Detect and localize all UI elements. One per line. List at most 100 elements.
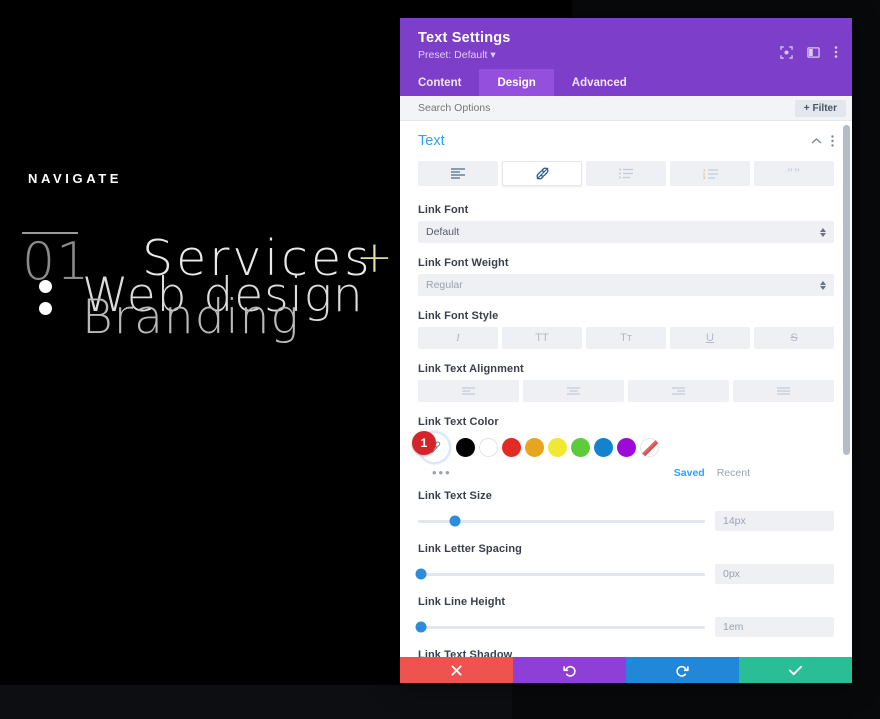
svg-text:3: 3 (703, 175, 706, 179)
slider-thumb (415, 621, 427, 633)
redo-icon (676, 665, 689, 677)
undo-button[interactable] (513, 657, 626, 683)
color-swatch-row: 1 (412, 431, 834, 461)
swatch-red[interactable] (502, 437, 521, 457)
link-text-shadow-field: Link Text Shadow aA aA (418, 649, 834, 657)
link-font-style-field: Link Font Style I TT Tт U S (418, 310, 834, 349)
paragraph-text-tab[interactable] (418, 161, 498, 186)
modal-tabs: Content Design Advanced (400, 69, 852, 96)
saved-colors-tab[interactable]: Saved (674, 467, 705, 479)
recent-colors-tab[interactable]: Recent (717, 467, 750, 479)
tab-design[interactable]: Design (479, 69, 554, 96)
swatch-orange[interactable] (525, 437, 544, 457)
link-text-color-label: Link Text Color (418, 416, 499, 428)
align-justify-button[interactable] (733, 380, 834, 402)
slider-thumb (415, 568, 427, 580)
bullet-list-icon (619, 168, 633, 179)
link-letter-spacing-label: Link Letter Spacing (418, 543, 522, 555)
link-font-style-label: Link Font Style (418, 310, 499, 322)
hero-number: 01 (22, 232, 91, 292)
spinner-icon (820, 227, 826, 237)
chevron-down-icon: ▾ (490, 49, 496, 61)
filter-button[interactable]: + Filter (794, 99, 846, 117)
modal-header: Text Settings Preset: Default ▾ (400, 18, 852, 69)
settings-scroll-area: Text 1 2 3 ” ” Link Font Default Link Fo… (400, 121, 852, 657)
swatch-purple[interactable] (617, 437, 636, 457)
link-text-size-slider[interactable] (418, 515, 705, 527)
link-line-height-slider[interactable] (415, 621, 705, 633)
unordered-list-tab[interactable] (586, 161, 666, 186)
link-font-weight-select[interactable]: Regular (418, 274, 834, 296)
align-left-button[interactable] (418, 380, 519, 402)
more-colors-button[interactable]: ••• (418, 465, 452, 480)
ordered-list-tab[interactable]: 1 2 3 (670, 161, 750, 186)
modal-title: Text Settings (418, 30, 511, 46)
tab-advanced[interactable]: Advanced (554, 69, 645, 96)
preview-bottom-strip (0, 685, 512, 719)
check-icon (789, 665, 802, 675)
save-button[interactable] (739, 657, 852, 683)
link-font-label: Link Font (418, 204, 469, 216)
link-letter-spacing-field: Link Letter Spacing 0px (415, 543, 834, 584)
color-meta-row: ••• Saved Recent (418, 465, 834, 480)
preset-text: Preset: Default (418, 49, 488, 61)
tab-content[interactable]: Content (400, 69, 479, 96)
link-letter-spacing-slider[interactable] (415, 568, 705, 580)
link-font-weight-value: Regular (426, 279, 463, 291)
modal-footer (400, 657, 852, 683)
swatch-green[interactable] (571, 437, 590, 457)
more-vertical-icon[interactable] (834, 45, 838, 59)
link-text-shadow-label: Link Text Shadow (418, 649, 513, 657)
redo-button[interactable] (626, 657, 739, 683)
hero-bullet-1 (39, 280, 52, 293)
link-font-select[interactable]: Default (418, 221, 834, 243)
uppercase-button[interactable]: TT (502, 327, 582, 349)
link-font-weight-label: Link Font Weight (418, 257, 509, 269)
search-input[interactable] (418, 102, 795, 114)
split-view-icon[interactable] (807, 46, 820, 59)
align-right-icon (672, 386, 685, 395)
svg-text:”: ” (794, 168, 800, 179)
modal-header-icons (780, 45, 838, 59)
swatch-blue[interactable] (594, 437, 613, 457)
swatch-white[interactable] (479, 437, 498, 457)
hero-branding-link[interactable]: Branding (82, 290, 300, 345)
hero-text-module[interactable]: 01 Services + Web design Branding (22, 230, 393, 345)
cancel-button[interactable] (400, 657, 513, 683)
spinner-icon (820, 280, 826, 290)
blockquote-tab[interactable]: ” ” (754, 161, 834, 186)
close-icon (451, 664, 462, 676)
plus-icon: + (803, 102, 810, 114)
link-text-size-value[interactable]: 14px (715, 511, 834, 531)
swatch-transparent[interactable] (640, 437, 659, 457)
link-text-alignment-label: Link Text Alignment (418, 363, 524, 375)
search-bar: + Filter (400, 96, 852, 121)
paragraph-icon (451, 168, 465, 179)
swatch-yellow[interactable] (548, 437, 567, 457)
section-title: Text (418, 133, 445, 149)
capitalize-button[interactable]: Tт (586, 327, 666, 349)
link-font-value: Default (426, 226, 460, 238)
link-letter-spacing-value[interactable]: 0px (715, 564, 834, 584)
swatch-black[interactable] (456, 437, 475, 457)
align-justify-icon (777, 386, 790, 395)
align-right-button[interactable] (628, 380, 729, 402)
modal-preset-label[interactable]: Preset: Default ▾ (418, 49, 834, 61)
link-icon (535, 167, 549, 180)
chevron-up-icon[interactable] (811, 137, 822, 145)
underline-button[interactable]: U (670, 327, 750, 349)
link-line-height-value[interactable]: 1em (715, 617, 834, 637)
italic-button[interactable]: I (418, 327, 498, 349)
scrollbar-thumb[interactable] (843, 125, 850, 455)
link-text-tab[interactable] (502, 161, 582, 186)
text-settings-modal: Text Settings Preset: Default ▾ Content … (400, 18, 852, 683)
link-line-height-field: Link Line Height 1em (415, 596, 834, 637)
fullscreen-icon[interactable] (780, 45, 793, 59)
numbered-list-icon: 1 2 3 (703, 168, 718, 179)
link-text-color-field: Link Text Color 1 ••• Saved Recent (412, 416, 834, 480)
more-vertical-icon[interactable] (831, 135, 834, 147)
navigate-heading: NAVIGATE (28, 171, 123, 186)
align-center-button[interactable] (523, 380, 624, 402)
undo-icon (563, 665, 576, 677)
strikethrough-button[interactable]: S (754, 327, 834, 349)
